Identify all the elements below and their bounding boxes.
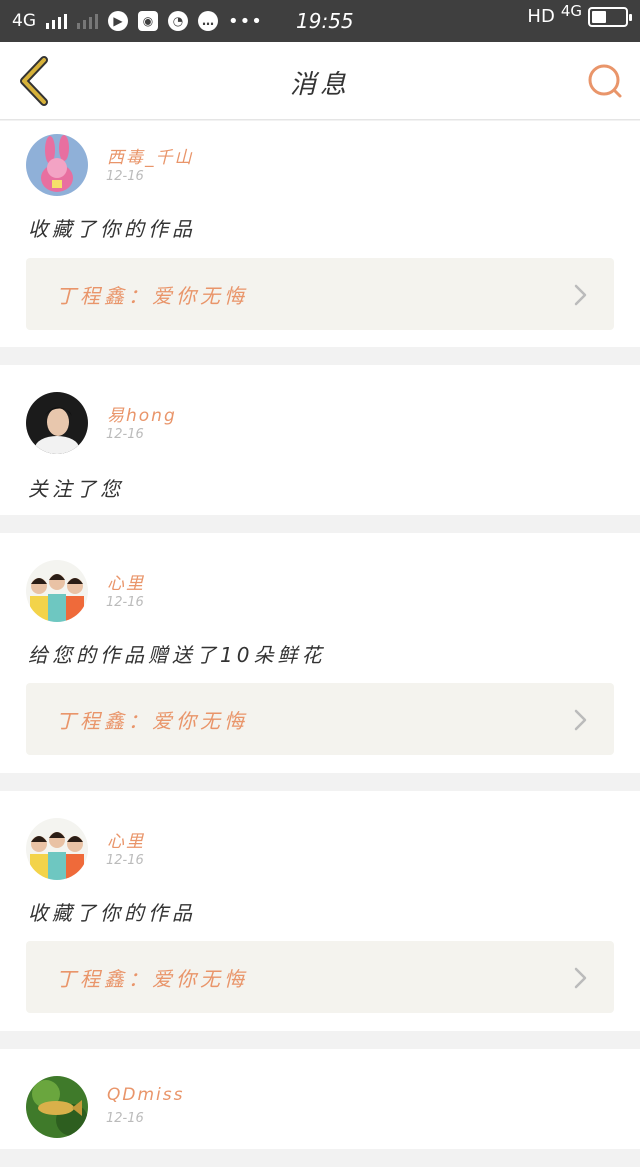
work-link[interactable]: 丁程鑫：爱你无悔 xyxy=(26,683,614,755)
chevron-right-icon xyxy=(574,709,587,731)
browser-icon: ◉ xyxy=(138,11,158,31)
page-title: 消息 xyxy=(289,70,350,100)
message-date: 12-16 xyxy=(106,427,144,442)
search-icon xyxy=(588,64,622,98)
nav-bar: 消息 xyxy=(0,42,640,120)
message-date: 12-16 xyxy=(106,169,144,184)
work-link[interactable]: 丁程鑫：爱你无悔 xyxy=(26,258,614,330)
more-notifications-icon: ••• xyxy=(228,10,263,32)
message-date: 12-16 xyxy=(106,853,144,868)
avatar[interactable] xyxy=(26,1076,88,1138)
work-title: 丁程鑫：爱你无悔 xyxy=(56,709,248,733)
avatar[interactable] xyxy=(26,134,88,196)
message-card: 心里 12-16 给您的作品赠送了10朵鲜花 丁程鑫：爱你无悔 xyxy=(0,533,640,773)
avatar[interactable] xyxy=(26,560,88,622)
message-card: 心里 12-16 收藏了你的作品 丁程鑫：爱你无悔 xyxy=(0,791,640,1031)
message-card: 西毒_千山 12-16 收藏了你的作品 丁程鑫：爱你无悔 xyxy=(0,121,640,347)
work-link[interactable]: 丁程鑫：爱你无悔 xyxy=(26,941,614,1013)
hd-label: HD xyxy=(527,6,555,27)
signal-secondary-icon xyxy=(77,13,98,29)
search-button[interactable] xyxy=(586,62,624,100)
wechat-icon: ◔ xyxy=(168,11,188,31)
user-name[interactable]: QDmiss xyxy=(107,1085,184,1105)
message-card: 易hong 12-16 关注了您 xyxy=(0,365,640,515)
clock: 19:55 xyxy=(296,9,354,33)
user-name[interactable]: 易hong xyxy=(107,401,177,426)
message-action: 收藏了你的作品 xyxy=(28,217,196,241)
message-list: 西毒_千山 12-16 收藏了你的作品 丁程鑫：爱你无悔 易hong 12-16… xyxy=(0,121,640,1167)
work-title: 丁程鑫：爱你无悔 xyxy=(56,967,248,991)
signal-icon xyxy=(46,13,67,29)
status-bar: 4G ▶ ◉ ◔ … ••• 19:55 HD 4G xyxy=(0,0,640,42)
chevron-right-icon xyxy=(574,284,587,306)
message-action: 给您的作品赠送了10朵鲜花 xyxy=(28,643,326,667)
user-name[interactable]: 心里 xyxy=(107,569,145,594)
user-name[interactable]: 西毒_千山 xyxy=(107,143,194,168)
avatar[interactable] xyxy=(26,392,88,454)
message-action: 收藏了你的作品 xyxy=(28,901,196,925)
message-action: 关注了您 xyxy=(28,477,124,501)
message-card: QDmiss 12-16 xyxy=(0,1049,640,1149)
network-right-label: 4G xyxy=(560,1,582,20)
message-bubble-icon: … xyxy=(198,11,218,31)
user-name[interactable]: 心里 xyxy=(107,827,145,852)
work-title: 丁程鑫：爱你无悔 xyxy=(56,284,248,308)
play-icon: ▶ xyxy=(108,11,128,31)
chevron-right-icon xyxy=(574,967,587,989)
avatar[interactable] xyxy=(26,818,88,880)
network-label: 4G xyxy=(12,11,36,31)
message-date: 12-16 xyxy=(106,1111,144,1126)
battery-icon xyxy=(588,6,632,27)
message-date: 12-16 xyxy=(106,595,144,610)
